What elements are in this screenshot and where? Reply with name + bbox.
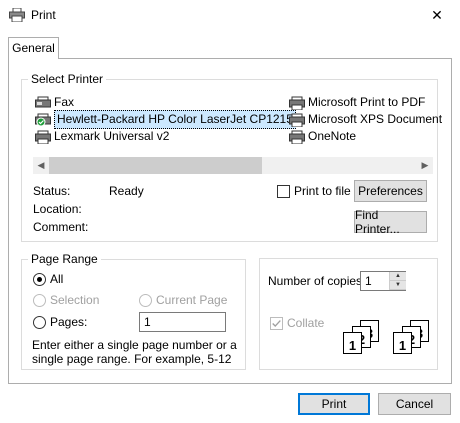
scroll-left-icon[interactable]: ◀ (33, 157, 49, 174)
radio-all[interactable]: All (33, 272, 63, 286)
scroll-right-icon[interactable]: ▶ (417, 157, 433, 174)
printer-icon (289, 96, 305, 110)
printer-label: Lexmark Universal v2 (54, 129, 170, 143)
printer-item-hp-laserjet[interactable]: Hewlett-Packard HP Color LaserJet CP1215 (35, 110, 296, 129)
radio-current-page-circle[interactable] (139, 293, 152, 307)
radio-all-circle[interactable] (33, 272, 46, 286)
radio-all-label: All (50, 272, 64, 286)
collate-checkbox[interactable]: Collate (270, 316, 324, 330)
printer-item-print-to-pdf[interactable]: Microsoft Print to PDF (289, 94, 425, 111)
print-button[interactable]: Print (298, 393, 370, 415)
close-icon: ✕ (431, 7, 443, 23)
spin-up-icon[interactable]: ▲ (390, 272, 406, 281)
close-button[interactable]: ✕ (414, 0, 460, 31)
printer-icon (289, 113, 305, 127)
status-value: Ready (109, 184, 144, 198)
printer-item-xps[interactable]: Microsoft XPS Document (289, 111, 442, 128)
collate-label: Collate (287, 316, 325, 330)
pages-input[interactable]: 1 (139, 312, 226, 332)
radio-selection[interactable]: Selection (33, 293, 99, 307)
radio-current-page-label: Current Page (156, 293, 228, 307)
scrollbar-thumb[interactable] (49, 157, 262, 174)
printer-icon (289, 130, 305, 144)
collate-box[interactable] (270, 316, 283, 330)
printer-icon (9, 8, 25, 22)
find-printer-button[interactable]: Find Printer... (354, 208, 427, 236)
printer-item-onenote[interactable]: OneNote (289, 128, 356, 145)
printer-label: Microsoft Print to PDF (308, 95, 426, 109)
page-range-legend: Page Range (31, 252, 98, 266)
location-label: Location: (33, 202, 82, 216)
printer-label: Fax (54, 95, 75, 109)
fax-icon (35, 96, 51, 107)
tab-general[interactable]: General (8, 37, 59, 59)
radio-current-page[interactable]: Current Page (139, 293, 227, 307)
printer-item-lexmark[interactable]: Lexmark Universal v2 (35, 128, 169, 145)
number-of-copies-label: Number of copies: (268, 274, 366, 288)
radio-selection-label: Selection (50, 293, 100, 307)
printer-icon (35, 130, 51, 144)
select-printer-legend: Select Printer (31, 72, 104, 86)
copies-spinner[interactable]: ▲ ▼ (389, 272, 406, 290)
printer-label: Microsoft XPS Document (308, 112, 443, 126)
print-to-file-label: Print to file (294, 184, 351, 198)
printer-default-icon (35, 113, 51, 126)
checkmark-icon (272, 319, 281, 327)
radio-pages[interactable]: Pages: (33, 315, 87, 329)
cancel-button[interactable]: Cancel (378, 393, 451, 415)
printer-label: Hewlett-Packard HP Color LaserJet CP1215 (54, 110, 296, 129)
collate-illustration: 3 2 1 3 2 1 (343, 320, 433, 354)
radio-pages-circle[interactable] (33, 315, 46, 329)
status-label: Status: (33, 184, 71, 198)
window-title: Print (31, 8, 56, 22)
radio-pages-label: Pages: (50, 315, 88, 329)
collate-page-1: 1 (393, 332, 412, 354)
title-bar: Print ✕ (0, 0, 460, 31)
spin-down-icon[interactable]: ▼ (390, 281, 406, 290)
preferences-button[interactable]: Preferences (354, 180, 427, 202)
radio-selection-circle[interactable] (33, 293, 46, 307)
printer-label: OneNote (308, 129, 357, 143)
collate-page-1: 1 (343, 332, 362, 354)
printer-item-fax[interactable]: Fax (35, 94, 74, 111)
print-to-file-checkbox[interactable]: Print to file (277, 184, 351, 198)
printer-list-scrollbar[interactable]: ◀ ▶ (33, 157, 433, 174)
comment-label: Comment: (33, 220, 89, 234)
print-to-file-box[interactable] (277, 184, 290, 198)
page-range-help-text: Enter either a single page number or a s… (32, 338, 237, 366)
